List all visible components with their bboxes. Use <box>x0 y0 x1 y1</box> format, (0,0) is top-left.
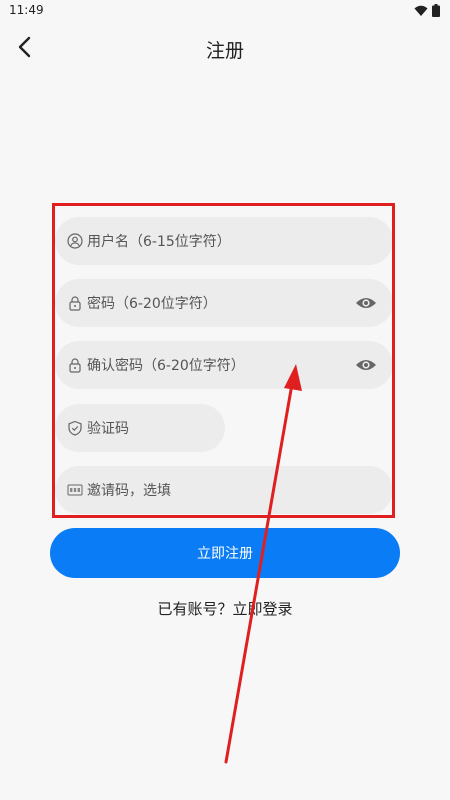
login-link[interactable]: 立即登录 <box>233 600 293 618</box>
battery-icon <box>432 4 440 17</box>
page-title: 注册 <box>205 40 244 62</box>
wifi-icon <box>414 5 428 16</box>
status-bar: 11:49 <box>0 0 450 22</box>
register-button-label: 立即注册 <box>197 546 253 562</box>
nav-bar: 注册 <box>0 22 450 74</box>
login-prompt-text: 已有账号？ <box>157 600 233 618</box>
login-prompt: 已有账号？立即登录 <box>0 598 450 619</box>
status-time: 11:49 <box>9 3 44 17</box>
annotation-highlight-box <box>52 203 395 518</box>
status-icons <box>414 4 440 17</box>
register-button[interactable]: 立即注册 <box>50 528 400 578</box>
